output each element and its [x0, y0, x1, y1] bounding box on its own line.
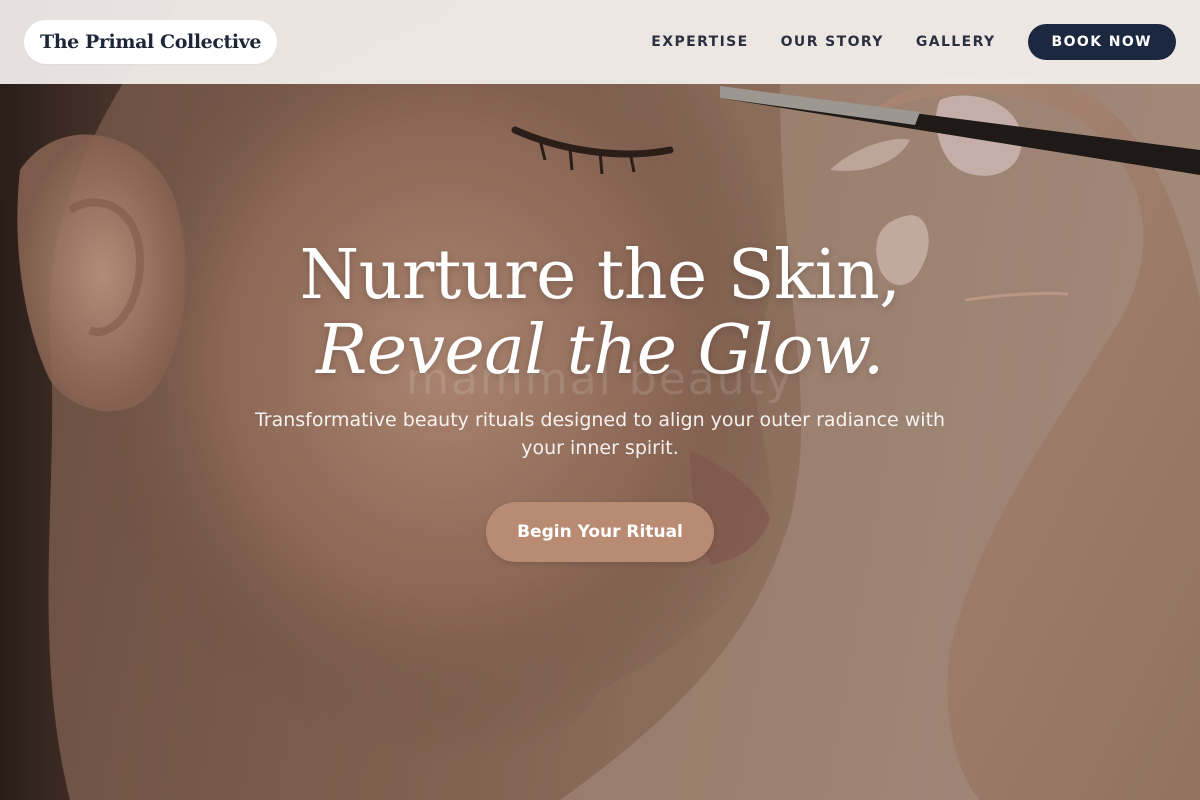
begin-ritual-button[interactable]: Begin Your Ritual	[486, 502, 714, 562]
hero-content: Nurture the Skin, Reveal the Glow. Trans…	[0, 236, 1200, 562]
book-now-button[interactable]: BOOK NOW	[1027, 24, 1176, 60]
nav-link-our-story[interactable]: OUR STORY	[781, 34, 884, 50]
top-navigation: The Primal Collective EXPERTISE OUR STOR…	[0, 0, 1200, 84]
hero-headline-line2: Reveal the Glow.	[316, 311, 884, 390]
hero-tagline: Transformative beauty rituals designed t…	[254, 409, 946, 459]
nav-link-expertise[interactable]: EXPERTISE	[651, 34, 748, 50]
nav-link-gallery[interactable]: GALLERY	[916, 34, 996, 50]
hero-headline-line1: Nurture the Skin,	[299, 236, 901, 315]
brand-logo[interactable]: The Primal Collective	[24, 20, 278, 64]
brand-name: The Primal Collective	[40, 31, 262, 53]
nav-menu: EXPERTISE OUR STORY GALLERY BOOK NOW	[651, 24, 1176, 60]
